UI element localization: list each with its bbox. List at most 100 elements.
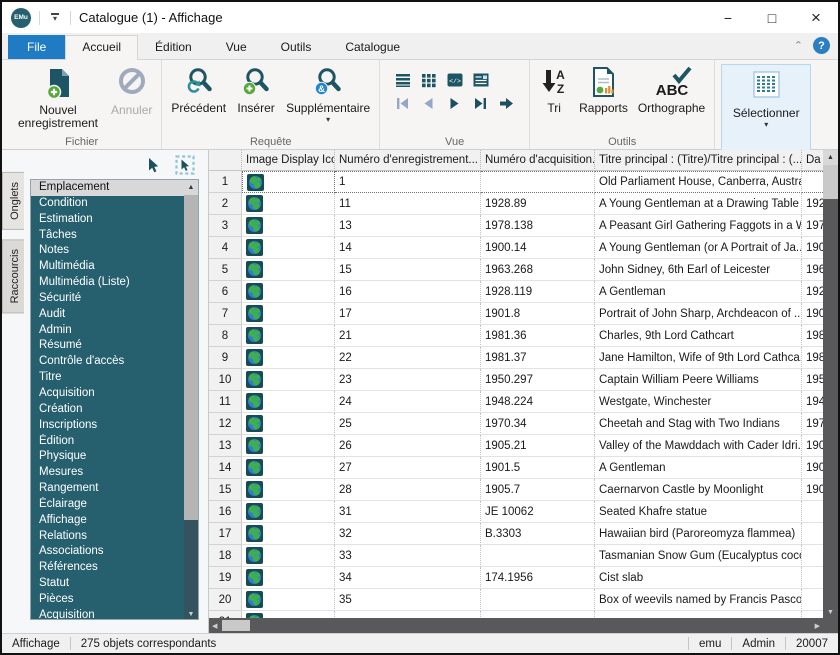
- sidebar-item[interactable]: Création: [31, 402, 184, 418]
- sidebar-scrollbar[interactable]: ▲ ▼: [184, 180, 198, 619]
- registration-cell[interactable]: 14: [335, 237, 481, 259]
- date-cell[interactable]: [802, 501, 823, 523]
- column-header-registration[interactable]: Numéro d'enregistrement...: [335, 150, 481, 171]
- registration-cell[interactable]: 15: [335, 259, 481, 281]
- table-row[interactable]: 16 31 JE 10062 Seated Khafre statue: [209, 501, 823, 523]
- table-row[interactable]: 14 27 1901.5 A Gentleman 190: [209, 457, 823, 479]
- sidebar-item[interactable]: Édition: [31, 434, 184, 450]
- cancel-button[interactable]: Annuler: [106, 63, 157, 117]
- image-cell[interactable]: [242, 259, 335, 281]
- row-number[interactable]: 11: [209, 391, 242, 413]
- image-cell[interactable]: [242, 391, 335, 413]
- select-button[interactable]: Sélectionner ▾: [721, 64, 811, 151]
- title-cell[interactable]: A Gentleman: [595, 281, 802, 303]
- accession-cell[interactable]: 1948.224: [481, 391, 595, 413]
- table-row[interactable]: 8 21 1981.36 Charles, 9th Lord Cathcart …: [209, 325, 823, 347]
- date-cell[interactable]: 197: [802, 215, 823, 237]
- registration-cell[interactable]: 1: [335, 171, 481, 193]
- accession-cell[interactable]: 1905.7: [481, 479, 595, 501]
- row-number[interactable]: 8: [209, 325, 242, 347]
- accession-cell[interactable]: 1900.14: [481, 237, 595, 259]
- sort-button[interactable]: A Z Tri: [534, 63, 574, 115]
- date-cell[interactable]: 192: [802, 281, 823, 303]
- goto-record-icon[interactable]: [498, 95, 515, 112]
- table-row[interactable]: 12 25 1970.34 Cheetah and Stag with Two …: [209, 413, 823, 435]
- sidebar-item[interactable]: Acquisition: [31, 608, 184, 620]
- title-cell[interactable]: Hawaiian bird (Paroreomyza flammea): [595, 523, 802, 545]
- sidebar-item[interactable]: Mesures: [31, 465, 184, 481]
- registration-cell[interactable]: 17: [335, 303, 481, 325]
- image-cell[interactable]: [242, 589, 335, 611]
- date-cell[interactable]: 192: [802, 193, 823, 215]
- sidebar-tab-raccourcis[interactable]: Raccourcis: [2, 239, 24, 313]
- sidebar-item[interactable]: Admin: [31, 323, 184, 339]
- table-row[interactable]: 20 35 Box of weevils named by Francis Pa…: [209, 589, 823, 611]
- accession-cell[interactable]: 1901.8: [481, 303, 595, 325]
- registration-cell[interactable]: 22: [335, 347, 481, 369]
- row-number[interactable]: 10: [209, 369, 242, 391]
- column-header-rownum[interactable]: [209, 150, 242, 171]
- accession-cell[interactable]: 1950.297: [481, 369, 595, 391]
- maximize-button[interactable]: □: [750, 2, 794, 33]
- title-cell[interactable]: A Young Gentleman (or A Portrait of Ja..…: [595, 237, 802, 259]
- insert-button[interactable]: Insérer: [231, 63, 281, 115]
- row-number[interactable]: 19: [209, 567, 242, 589]
- table-row[interactable]: 7 17 1901.8 Portrait of John Sharp, Arch…: [209, 303, 823, 325]
- last-record-icon[interactable]: [472, 95, 489, 112]
- date-cell[interactable]: 198: [802, 325, 823, 347]
- sidebar-item[interactable]: Résumé: [31, 338, 184, 354]
- date-cell[interactable]: [802, 171, 823, 193]
- table-row[interactable]: 2 11 1928.89 A Young Gentleman at a Draw…: [209, 193, 823, 215]
- column-header-title[interactable]: Titre principal : (Titre)/Titre principa…: [595, 150, 802, 171]
- row-number[interactable]: 1: [209, 171, 242, 193]
- date-cell[interactable]: [802, 545, 823, 567]
- tab-vue[interactable]: Vue: [209, 35, 264, 59]
- list-view-icon[interactable]: [394, 71, 411, 88]
- title-cell[interactable]: Captain William Peere Williams: [595, 369, 802, 391]
- code-view-icon[interactable]: </>: [446, 71, 463, 88]
- registration-cell[interactable]: 31: [335, 501, 481, 523]
- accession-cell[interactable]: 174.1956: [481, 567, 595, 589]
- sidebar-item[interactable]: Statut: [31, 576, 184, 592]
- sidebar-item[interactable]: Audit: [31, 307, 184, 323]
- sidebar-item[interactable]: Notes: [31, 243, 184, 259]
- table-row[interactable]: 13 26 1905.21 Valley of the Mawddach wit…: [209, 435, 823, 457]
- registration-cell[interactable]: 11: [335, 193, 481, 215]
- accession-cell[interactable]: 1963.268: [481, 259, 595, 281]
- image-cell[interactable]: [242, 479, 335, 501]
- title-cell[interactable]: Westgate, Winchester: [595, 391, 802, 413]
- date-cell[interactable]: [802, 523, 823, 545]
- tab-outils[interactable]: Outils: [264, 35, 329, 59]
- date-cell[interactable]: 194: [802, 391, 823, 413]
- sidebar-item[interactable]: Multimédia: [31, 259, 184, 275]
- row-number[interactable]: 21: [209, 611, 242, 618]
- date-cell[interactable]: [802, 589, 823, 611]
- title-cell[interactable]: Caernarvon Castle by Moonlight: [595, 479, 802, 501]
- title-cell[interactable]: Cheetah and Stag with Two Indians: [595, 413, 802, 435]
- tab-catalogue[interactable]: Catalogue: [328, 35, 417, 59]
- marquee-select-icon[interactable]: [175, 155, 195, 178]
- date-cell[interactable]: 195: [802, 369, 823, 391]
- next-record-icon[interactable]: [446, 95, 463, 112]
- sidebar-item[interactable]: Tâches: [31, 228, 184, 244]
- table-row[interactable]: 9 22 1981.37 Jane Hamilton, Wife of 9th …: [209, 347, 823, 369]
- date-cell[interactable]: 190: [802, 237, 823, 259]
- registration-cell[interactable]: 32: [335, 523, 481, 545]
- reports-button[interactable]: Rapports: [574, 63, 633, 115]
- accession-cell[interactable]: [481, 611, 595, 618]
- accession-cell[interactable]: 1905.21: [481, 435, 595, 457]
- scroll-down-icon[interactable]: ▼: [184, 611, 198, 618]
- image-cell[interactable]: [242, 611, 335, 618]
- form-view-icon[interactable]: [472, 71, 489, 88]
- accession-cell[interactable]: [481, 171, 595, 193]
- date-cell[interactable]: 190: [802, 303, 823, 325]
- row-number[interactable]: 16: [209, 501, 242, 523]
- row-number[interactable]: 4: [209, 237, 242, 259]
- sidebar-item[interactable]: Affichage: [31, 513, 184, 529]
- scroll-left-icon[interactable]: ◀: [209, 622, 220, 630]
- horizontal-scrollbar[interactable]: ◀ ▶: [209, 618, 823, 633]
- registration-cell[interactable]: 26: [335, 435, 481, 457]
- registration-cell[interactable]: 35: [335, 589, 481, 611]
- table-row[interactable]: 15 28 1905.7 Caernarvon Castle by Moonli…: [209, 479, 823, 501]
- grid-view-icon[interactable]: [420, 71, 437, 88]
